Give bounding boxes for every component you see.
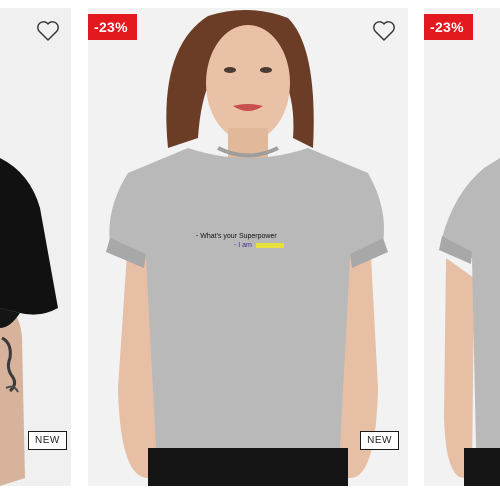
new-badge: NEW [360,431,399,450]
heart-outline-icon[interactable] [36,20,60,42]
shirt-print-text: - What's your Superpower - I am [196,232,284,250]
product-card-center[interactable]: - What's your Superpower - I am -23% NEW [88,8,408,486]
shirt-print-line-2: - I am [234,242,252,249]
heart-outline-icon[interactable] [372,20,396,42]
product-photo-grey-tshirt[interactable] [424,8,500,486]
shirt-print-line-1: - What's your Superpower [196,233,277,240]
new-badge: NEW [28,431,67,450]
discount-badge: -23% [424,14,473,40]
product-card-right[interactable]: -23% [424,8,500,486]
product-photo-black-tshirt[interactable] [0,8,71,486]
shirt-print-highlight [255,242,284,248]
product-card-left[interactable]: NEW [0,8,71,486]
discount-badge: -23% [88,14,137,40]
